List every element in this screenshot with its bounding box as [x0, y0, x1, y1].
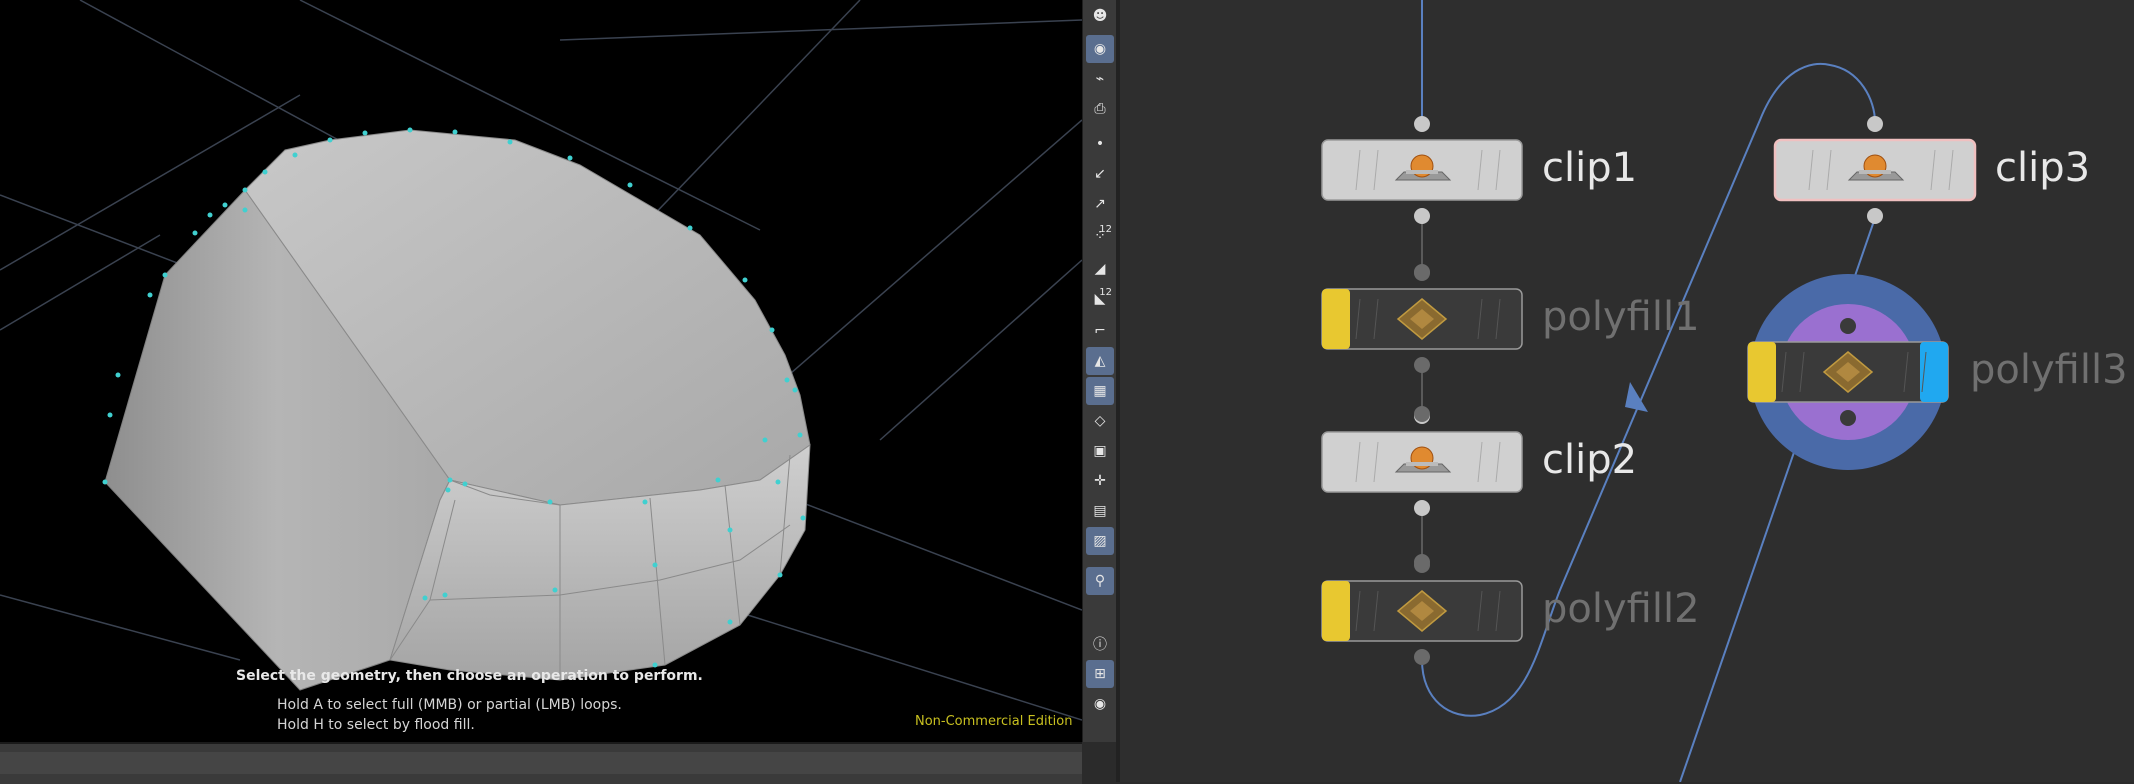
wire-dot	[1414, 264, 1430, 280]
node-label-clip2: clip2	[1542, 437, 1638, 483]
scene-viewport[interactable]: Select the geometry, then choose an oper…	[0, 0, 1082, 742]
node-label-polyfill3: polyfill3	[1970, 347, 2128, 393]
pose-icon[interactable]: ☻	[1086, 2, 1114, 30]
viewport-hint-title: Select the geometry, then choose an oper…	[236, 668, 703, 684]
texture-icon[interactable]: ▣	[1086, 437, 1114, 465]
number-badge: 12	[1099, 287, 1112, 298]
node-clip1[interactable]	[1321, 116, 1523, 224]
node-label-clip1: clip1	[1542, 145, 1638, 191]
eye-icon[interactable]: ◉	[1086, 690, 1114, 718]
view-camera-icon[interactable]: ◉	[1086, 35, 1114, 63]
input-connector[interactable]	[1840, 318, 1856, 334]
input-connector[interactable]	[1414, 116, 1430, 132]
node-label-polyfill2: polyfill2	[1542, 586, 1700, 632]
mesh-geometry	[102, 127, 811, 691]
point-display-icon[interactable]: •	[1086, 130, 1114, 158]
layer-icon[interactable]: ▤	[1086, 497, 1114, 525]
normals-icon[interactable]: ↙	[1086, 160, 1114, 188]
location-icon[interactable]: ⚲	[1086, 567, 1114, 595]
viewport-hint-line: Hold A to select full (MMB) or partial (…	[277, 697, 622, 713]
output-connector[interactable]	[1840, 410, 1856, 426]
output-connector[interactable]	[1867, 208, 1883, 224]
viewport-canvas[interactable]	[0, 0, 1082, 742]
output-connector[interactable]	[1414, 208, 1430, 224]
node-polyfill2[interactable]	[1321, 557, 1523, 665]
quad-view-icon[interactable]: ⊞	[1086, 660, 1114, 688]
shaded-icon[interactable]: ◭	[1086, 347, 1114, 375]
number-badge: 12	[1099, 224, 1112, 235]
bypass-flag[interactable]	[1322, 289, 1350, 349]
primitive-display-icon[interactable]: ◢	[1086, 255, 1114, 283]
point-numbers-icon[interactable]: ⁘ 12	[1086, 222, 1114, 250]
background-image-icon[interactable]: ▨	[1086, 527, 1114, 555]
wire-dot	[1414, 406, 1430, 422]
wire-dot	[1414, 554, 1430, 570]
output-connector[interactable]	[1414, 649, 1430, 665]
node-polyfill3[interactable]	[1747, 274, 1949, 470]
viewport-hint-line: Hold H to select by flood fill.	[277, 717, 475, 733]
node-label-polyfill1: polyfill1	[1542, 294, 1700, 340]
info-icon[interactable]: ⓘ	[1086, 630, 1114, 658]
node-polyfill1[interactable]	[1321, 265, 1523, 373]
node-clip3[interactable]	[1773, 116, 1977, 224]
camera-link-icon[interactable]: ⌁	[1086, 65, 1114, 93]
node-label-clip3: clip3	[1995, 145, 2091, 191]
wireframe-icon[interactable]: ◇	[1086, 407, 1114, 435]
snapshot-camera-icon[interactable]: ⎙	[1086, 95, 1114, 123]
network-editor[interactable]: clip1 polyfill1 clip2 polyfill2 clip3 polyfil…	[1120, 0, 2134, 782]
display-options-toolbar: ☻ ◉ ⌁ ⎙ • ↙ ↗ ⁘ 12 ◢ ◣ 12 ⌐ ◭ ▦ ◇ ▣ ✛ ▤ ▨ ⚲ ⓘ ⊞ ◉	[1082, 0, 1119, 742]
uv-checker-icon[interactable]: ▦	[1086, 377, 1114, 405]
snap-icon[interactable]: ✛	[1086, 467, 1114, 495]
viewport-scrollbar[interactable]	[0, 752, 1082, 774]
output-connector[interactable]	[1414, 500, 1430, 516]
edition-label: Non-Commercial Edition	[915, 714, 1073, 729]
bypass-flag[interactable]	[1748, 342, 1776, 402]
viewport-status-bar	[0, 742, 1082, 784]
point-normals-icon[interactable]: ↗	[1086, 190, 1114, 218]
output-connector[interactable]	[1414, 357, 1430, 373]
input-connector[interactable]	[1867, 116, 1883, 132]
wire-direction-arrow	[1625, 382, 1648, 412]
bypass-flag[interactable]	[1322, 581, 1350, 641]
primitive-numbers-icon[interactable]: ◣ 12	[1086, 285, 1114, 313]
edges-icon[interactable]: ⌐	[1086, 317, 1114, 345]
node-clip2[interactable]	[1321, 408, 1523, 516]
